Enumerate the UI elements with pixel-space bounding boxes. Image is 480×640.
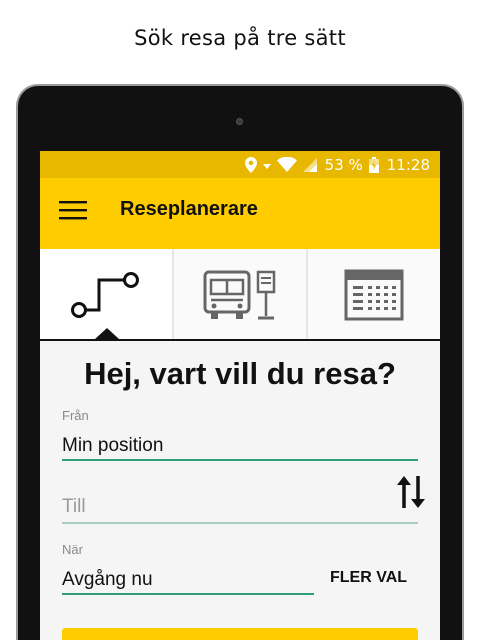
cell-signal-icon — [302, 157, 317, 172]
status-bar: 53 % 11:28 — [40, 151, 440, 178]
from-label: Från — [62, 408, 89, 423]
to-input[interactable]: Till — [62, 496, 86, 518]
from-input-underline — [62, 459, 418, 461]
app-screen: 53 % 11:28 Reseplanerare Hej, vart vill … — [40, 151, 440, 640]
route-icon — [71, 272, 139, 318]
menu-button[interactable] — [40, 178, 106, 241]
tab-selection-pointer — [95, 328, 119, 339]
tab-timetable[interactable] — [306, 249, 440, 341]
camera-icon — [236, 118, 243, 125]
page-heading: Hej, vart vill du resa? — [84, 356, 396, 391]
from-input[interactable]: Min position — [62, 435, 163, 457]
tab-stops[interactable] — [172, 249, 306, 341]
to-input-underline — [62, 522, 418, 524]
tab-strip — [40, 241, 440, 341]
data-arrow-icon — [262, 160, 271, 170]
app-bar: Reseplanerare — [40, 178, 440, 241]
bus-stop-icon — [203, 270, 276, 320]
promo-caption: Sök resa på tre sätt — [134, 26, 346, 50]
wifi-icon — [276, 157, 297, 172]
more-options-button[interactable]: FLER VAL — [330, 569, 407, 587]
tab-divider — [40, 339, 440, 341]
swap-button[interactable] — [395, 474, 427, 510]
battery-percent: 53 % — [324, 155, 363, 174]
location-icon — [244, 156, 257, 173]
app-title: Reseplanerare — [120, 198, 258, 220]
when-input-underline — [62, 593, 314, 595]
hamburger-menu-icon — [59, 200, 87, 219]
swap-vertical-icon — [397, 476, 425, 508]
when-input[interactable]: Avgång nu — [62, 569, 153, 591]
search-button[interactable] — [62, 628, 418, 640]
tab-bar — [40, 249, 440, 341]
battery-charging-icon — [368, 156, 379, 173]
clock-time: 11:28 — [386, 155, 430, 174]
when-label: När — [62, 542, 83, 557]
timetable-icon — [344, 269, 404, 321]
